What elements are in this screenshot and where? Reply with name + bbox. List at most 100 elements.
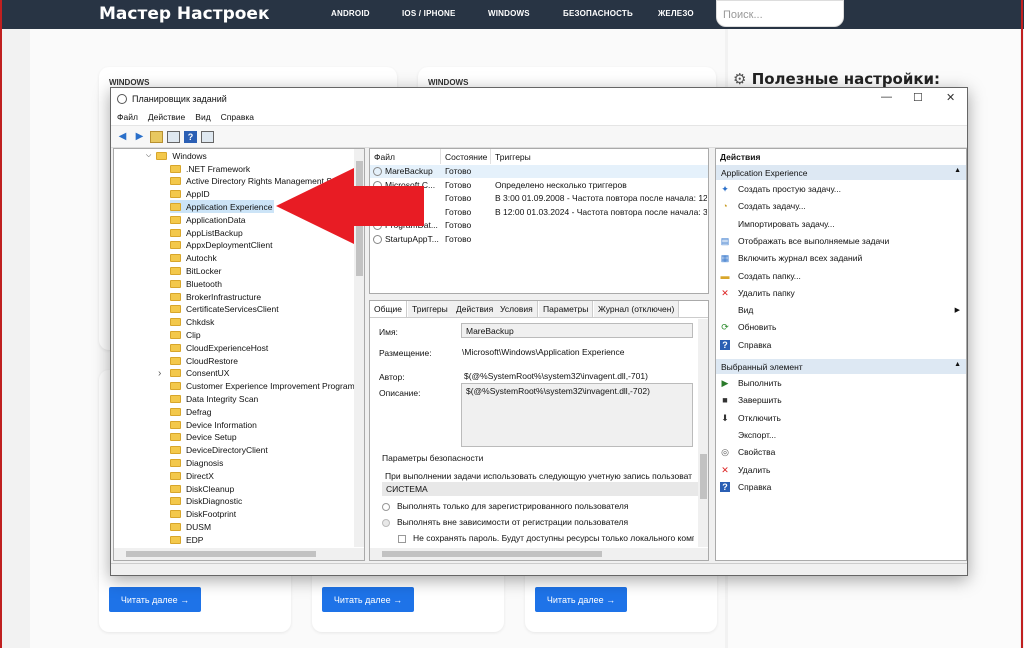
minimize-icon[interactable]: — <box>881 91 892 103</box>
nav-security[interactable]: БЕЗОПАСНОСТЬ <box>563 9 633 18</box>
details-scrollbar[interactable] <box>698 319 708 547</box>
tree-node[interactable]: AppID <box>170 188 212 201</box>
maximize-icon[interactable]: ☐ <box>913 91 923 104</box>
column-triggers[interactable]: Триггеры <box>491 149 708 164</box>
action-item[interactable]: ▶ Выполнить <box>716 375 966 391</box>
tree-node[interactable]: EDP <box>170 533 205 546</box>
menu-action[interactable]: Действие <box>148 112 185 122</box>
tree-node[interactable]: ApplicationData <box>170 213 248 226</box>
tab-history[interactable]: Журнал (отключен) <box>594 301 680 317</box>
tree-node[interactable]: Application Experience <box>170 200 275 214</box>
tree-node[interactable]: CloudRestore <box>170 354 240 367</box>
chevron-down-icon[interactable]: ⌵ <box>146 152 151 160</box>
tree-node[interactable]: BrokerInfrastructure <box>170 290 263 303</box>
close-icon[interactable]: ✕ <box>946 91 955 104</box>
tree-node[interactable]: Device Information <box>170 418 259 431</box>
tree-node[interactable]: Diagnosis <box>170 456 225 469</box>
tree-node[interactable]: DeviceDirectoryClient <box>170 444 270 457</box>
name-field[interactable]: MareBackup <box>461 323 693 338</box>
action-item[interactable]: ✦ Создать простую задачу... <box>716 181 966 197</box>
tree-node[interactable]: DiskDiagnostic <box>170 495 244 508</box>
nav-hardware[interactable]: ЖЕЛЕЗО <box>658 9 694 18</box>
tab-settings[interactable]: Параметры <box>539 301 594 317</box>
tree-node[interactable]: Defrag <box>170 405 214 418</box>
action-item[interactable]: ? Справка <box>716 479 966 495</box>
tab-triggers[interactable]: Триггеры <box>408 301 453 317</box>
column-file[interactable]: Файл <box>370 149 441 164</box>
tree-node[interactable]: DUSM <box>170 520 213 533</box>
card-category[interactable]: WINDOWS <box>428 78 468 87</box>
action-item[interactable]: ✕ Удалить <box>716 462 966 478</box>
chevron-right-icon[interactable]: › <box>158 368 161 379</box>
console-tree-icon[interactable] <box>167 130 180 143</box>
tree-node[interactable]: DiskCleanup <box>170 482 236 495</box>
tab-general[interactable]: Общие <box>370 301 407 317</box>
checkbox[interactable] <box>398 534 406 543</box>
action-item[interactable]: Импортировать задачу... <box>716 216 966 232</box>
action-item[interactable]: ▬ Создать папку... <box>716 268 966 284</box>
tab-conditions[interactable]: Условия <box>496 301 538 317</box>
tree-node[interactable]: Data Integrity Scan <box>170 392 260 405</box>
tree-node[interactable]: Clip <box>170 328 203 341</box>
folder-up-icon[interactable] <box>150 130 163 143</box>
tree-hscrollbar[interactable] <box>114 548 364 560</box>
site-brand[interactable]: Мастер Настроек <box>99 4 269 24</box>
action-item[interactable]: ? Справка <box>716 337 966 353</box>
tree-node[interactable]: Customer Experience Improvement Program <box>170 380 357 393</box>
tree-node[interactable]: AppxDeploymentClient <box>170 239 274 252</box>
card-category[interactable]: WINDOWS <box>109 78 149 87</box>
tree-node[interactable]: Bluetooth <box>170 277 224 290</box>
scroll-thumb[interactable] <box>382 551 602 557</box>
radio-logged-on-only[interactable]: Выполнять только для зарегистрированного… <box>382 501 628 511</box>
action-item[interactable]: ◔ Создать задачу... <box>716 198 966 214</box>
scroll-thumb[interactable] <box>126 551 316 557</box>
actions-group-selected[interactable]: Выбранный элемент ▲ <box>716 359 966 374</box>
nav-windows[interactable]: WINDOWS <box>488 9 530 18</box>
tree-node[interactable]: .NET Framework <box>170 162 252 175</box>
actions-group-folder[interactable]: Application Experience ▲ <box>716 165 966 180</box>
action-pane-icon[interactable] <box>201 130 214 143</box>
action-item[interactable]: ✕ Удалить папку <box>716 285 966 301</box>
help-icon[interactable]: ? <box>184 130 197 143</box>
action-item[interactable]: ■ Завершить <box>716 392 966 408</box>
tree-node[interactable]: CloudExperienceHost <box>170 341 270 354</box>
collapse-icon[interactable]: ▲ <box>954 361 961 368</box>
collapse-icon[interactable]: ▲ <box>954 167 961 174</box>
read-more-button[interactable]: Читать далее → <box>109 587 201 612</box>
read-more-button[interactable]: Читать далее → <box>535 587 627 612</box>
tab-actions[interactable]: Действия <box>452 301 499 317</box>
nav-android[interactable]: ANDROID <box>331 9 370 18</box>
column-state[interactable]: Состояние <box>441 149 491 164</box>
tree-node-windows[interactable]: ⌵ Windows <box>146 149 207 162</box>
site-search-input[interactable]: Поиск... <box>716 0 844 27</box>
tree-node[interactable]: › ConsentUX <box>158 367 231 380</box>
menu-help[interactable]: Справка <box>221 112 254 122</box>
action-item[interactable]: ▤ Отображать все выполняемые задачи <box>716 233 966 249</box>
action-item[interactable]: Вид ▶ <box>716 302 966 318</box>
action-item[interactable]: ⟳ Обновить <box>716 319 966 335</box>
radio-button[interactable] <box>382 518 390 527</box>
tree-node[interactable]: Chkdsk <box>170 316 216 329</box>
description-field[interactable]: $(@%SystemRoot%\system32\invagent.dll,-7… <box>461 383 693 447</box>
action-item[interactable]: ◎ Свойства <box>716 444 966 460</box>
menu-view[interactable]: Вид <box>195 112 210 122</box>
action-item[interactable]: ⬇ Отключить <box>716 410 966 426</box>
action-item[interactable]: Экспорт... <box>716 427 966 443</box>
menu-file[interactable]: Файл <box>117 112 138 122</box>
tree-node[interactable]: AppListBackup <box>170 226 245 239</box>
radio-whether-logged-on[interactable]: Выполнять вне зависимости от регистрации… <box>382 517 628 527</box>
back-icon[interactable]: ◀ <box>116 131 129 143</box>
checkbox-dont-store-password[interactable]: Не сохранять пароль. Будут доступны ресу… <box>398 533 694 543</box>
read-more-button[interactable]: Читать далее → <box>322 587 414 612</box>
nav-ios[interactable]: IOS / IPHONE <box>402 9 456 18</box>
title-bar[interactable]: Планировщик заданий — ☐ ✕ <box>111 88 967 109</box>
tree-node[interactable]: CertificateServicesClient <box>170 303 281 316</box>
tree-node[interactable]: Device Setup <box>170 431 239 444</box>
forward-icon[interactable]: ▶ <box>133 131 146 143</box>
scroll-thumb[interactable] <box>700 454 707 499</box>
action-item[interactable]: ▦ Включить журнал всех заданий <box>716 250 966 266</box>
tree-node[interactable]: Autochk <box>170 252 219 265</box>
tree-node[interactable]: DiskFootprint <box>170 508 238 521</box>
tree-node[interactable]: DirectX <box>170 469 216 482</box>
radio-button[interactable] <box>382 502 390 511</box>
